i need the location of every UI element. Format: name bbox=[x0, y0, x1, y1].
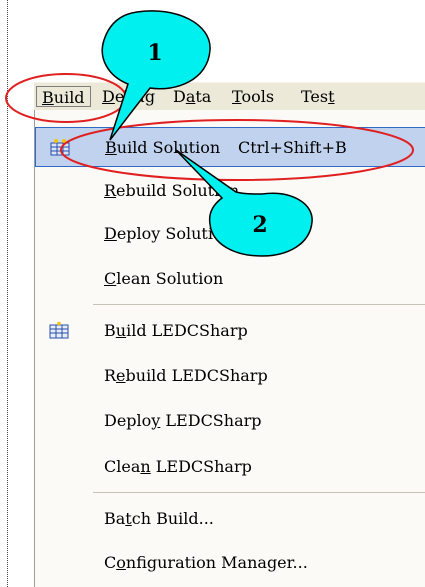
callout-1-label: 1 bbox=[147, 40, 162, 66]
highlight-ring-build-menu bbox=[5, 73, 127, 123]
annotation-overlay: 1 2 bbox=[5, 10, 414, 257]
callout-2-label: 2 bbox=[252, 212, 267, 238]
callout-2: 2 bbox=[175, 149, 313, 257]
